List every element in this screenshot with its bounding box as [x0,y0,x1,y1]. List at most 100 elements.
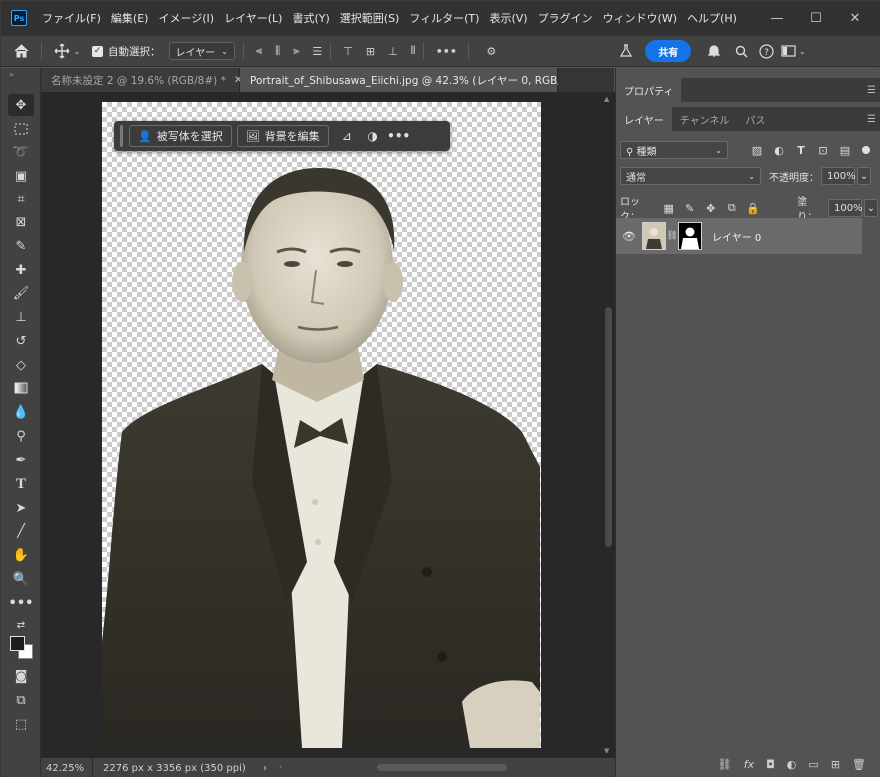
scroll-up-icon[interactable]: ▲ [604,95,609,103]
eraser-tool-icon[interactable]: ◇ [8,354,34,376]
new-group-icon[interactable]: ▭ [808,758,818,771]
layer-name[interactable]: レイヤー 0 [712,229,761,244]
menu-select[interactable]: 選択範囲(S) [335,10,405,26]
scroll-left-icon[interactable]: ‹ [279,762,282,771]
menu-layer[interactable]: レイヤー(L) [219,10,287,26]
minimize-button[interactable]: — [759,1,795,35]
transform-icon[interactable]: ⊿ [334,129,360,143]
canvas-area[interactable]: 👤 被写体を選択 🖼 背景を編集 ⊿ ◑ ••• ▲ ▼ [41,92,615,758]
type-tool-icon[interactable]: T [8,473,34,495]
document-canvas[interactable] [102,102,541,748]
blur-tool-icon[interactable]: 💧 [8,401,34,423]
eyedropper-tool-icon[interactable]: ✎ [8,235,34,257]
bell-icon[interactable] [699,44,729,58]
close-button[interactable]: ✕ [837,1,873,35]
align-vcenter-icon[interactable]: ⊞ [366,45,375,58]
horizontal-scroll-thumb[interactable] [377,764,507,771]
filter-toggle[interactable] [862,146,870,154]
fx-icon[interactable]: fx [744,758,754,771]
layer-thumbnail[interactable] [642,222,666,250]
tab-document-portrait[interactable]: Portrait_of_Shibusawa_Eiichi.jpg @ 42.3%… [240,68,597,92]
menu-window[interactable]: ウィンドウ(W) [598,10,682,26]
opacity-input[interactable]: 100% [821,167,856,185]
help-icon[interactable]: ? [753,43,779,59]
new-layer-icon[interactable]: ⊞ [831,758,840,771]
fill-dropdown[interactable]: ⌄ [863,199,878,217]
link-layers-icon[interactable]: ⛓ [718,758,732,771]
more-actions-button[interactable]: ••• [386,129,412,143]
healing-brush-tool-icon[interactable]: ✚ [8,259,34,281]
flask-icon[interactable] [613,44,639,58]
object-select-tool-icon[interactable]: ▣ [8,165,34,187]
move-tool-icon[interactable]: ⌄ [50,43,84,59]
edit-background-button[interactable]: 🖼 背景を編集 [236,125,329,147]
fill-input[interactable]: 100% [827,199,863,217]
lock-artboard-icon[interactable]: ⧉ [721,201,742,215]
screen-mode-icon[interactable]: ⧉ [8,689,34,711]
lock-image-icon[interactable]: ✎ [679,202,700,215]
generative-fill-icon[interactable]: ⬚ [8,713,34,735]
crop-tool-icon[interactable]: ⌗ [8,188,34,210]
share-button[interactable]: 共有 [645,40,692,62]
filter-type-icon[interactable]: T [790,144,812,157]
align-bottom-icon[interactable]: ⊥ [388,45,398,58]
settings-gear-icon[interactable]: ⚙ [477,45,505,58]
filter-shape-icon[interactable]: ⊡ [812,144,834,157]
horizontal-scrollbar[interactable]: ‹ [277,758,607,777]
add-mask-icon[interactable]: ◘ [766,758,775,771]
tab-document-untitled-2[interactable]: 名称未設定 2 @ 19.6% (RGB/8#) * ✕ [41,68,243,92]
filter-adjustment-icon[interactable]: ◐ [768,144,790,157]
home-icon[interactable] [1,44,41,58]
menu-help[interactable]: ヘルプ(H) [682,10,742,26]
opacity-dropdown[interactable]: ⌄ [857,167,871,185]
maximize-button[interactable]: ☐ [798,1,834,35]
foreground-color-swatch[interactable] [10,636,25,651]
menu-file[interactable]: ファイル(F) [37,10,106,26]
scroll-down-icon[interactable]: ▼ [604,747,609,755]
menu-filter[interactable]: フィルター(T) [404,10,484,26]
drag-handle[interactable] [120,125,123,147]
lock-all-icon[interactable]: 🔒 [742,202,763,215]
filter-pixel-icon[interactable]: ▨ [746,144,768,157]
new-adjustment-icon[interactable]: ◐ [787,758,797,771]
marquee-tool-icon[interactable] [8,118,34,140]
distribute-icon[interactable]: ☰ [312,45,322,58]
color-swatches[interactable] [10,636,34,660]
zoom-level[interactable]: 42.25% [41,758,93,777]
filter-smart-object-icon[interactable]: ▤ [834,144,856,157]
swap-colors-icon[interactable]: ⇄ [8,614,34,636]
lasso-tool-icon[interactable]: ➰ [8,141,34,163]
brush-tool-icon[interactable]: 🖌 [8,282,34,304]
frame-tool-icon[interactable]: ⊠ [8,211,34,233]
pen-tool-icon[interactable]: ✒ [8,449,34,471]
history-brush-tool-icon[interactable]: ↺ [8,330,34,352]
hand-tool-icon[interactable]: ✋ [8,544,34,566]
stamp-tool-icon[interactable]: ⊥ [8,306,34,328]
layer-filter-dropdown[interactable]: ⚲ 種類 ⌄ [620,141,728,159]
select-subject-button[interactable]: 👤 被写体を選択 [129,125,232,147]
layer-row[interactable]: 👁 ⛓ レイヤー 0 [616,218,862,254]
search-icon[interactable] [729,45,753,58]
zoom-tool-icon[interactable]: 🔍 [8,568,34,590]
align-left-icon[interactable]: ⫷ [256,44,262,58]
trash-icon[interactable]: 🗑 [852,758,866,771]
align-top-icon[interactable]: ⊤ [343,45,353,58]
workspace-icon[interactable]: ⌄ [779,45,807,57]
blend-mode-dropdown[interactable]: 通常 ⌄ [620,167,761,185]
collapse-toolbar-icon[interactable]: » [9,70,14,79]
align-right-icon[interactable]: ⫸ [293,44,299,58]
layer-mask-thumbnail[interactable] [678,222,702,250]
vertical-scrollbar[interactable]: ▲ ▼ [603,92,613,758]
auto-select-toggle[interactable]: ✓ 自動選択： [92,44,161,59]
panel-menu-icon[interactable]: ☰ [867,114,876,125]
more-options-button[interactable]: ••• [432,45,460,58]
quick-mask-icon[interactable]: ◙ [8,665,34,687]
move-tool-icon[interactable]: ✥ [8,94,34,116]
tab-properties[interactable]: プロパティ [616,78,682,102]
vertical-scroll-thumb[interactable] [605,307,612,547]
tab-paths[interactable]: パス [737,107,773,131]
auto-select-dropdown[interactable]: レイヤー ⌄ [168,42,235,60]
align-hcenter-icon[interactable]: ⫼ [275,44,280,58]
distribute-vertical-icon[interactable]: ⫴ [411,44,416,58]
lock-transparent-icon[interactable]: ▦ [658,202,679,215]
